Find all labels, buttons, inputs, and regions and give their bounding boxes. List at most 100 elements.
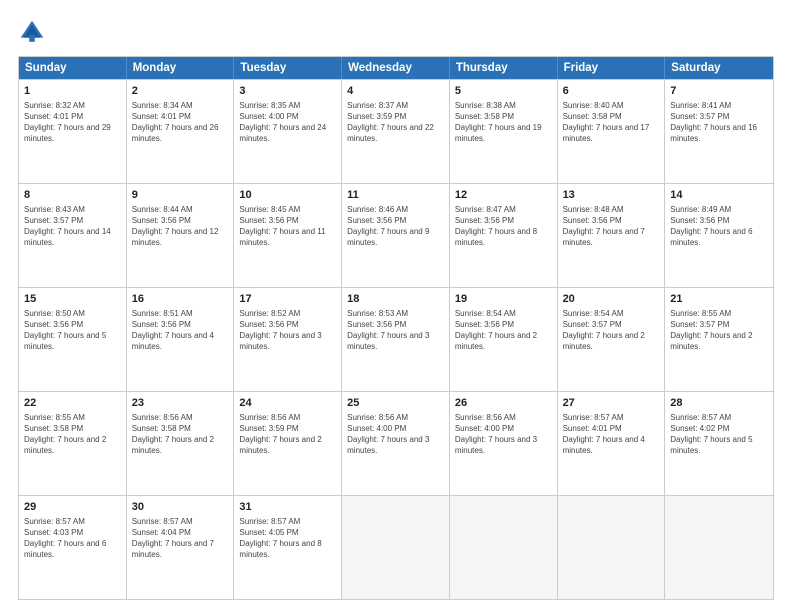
calendar-row: 1 Sunrise: 8:32 AMSunset: 4:01 PMDayligh… [19, 79, 773, 183]
day-number: 10 [239, 188, 336, 203]
day-number: 29 [24, 500, 121, 515]
calendar-cell: 5 Sunrise: 8:38 AMSunset: 3:58 PMDayligh… [450, 80, 558, 183]
calendar-cell: 7 Sunrise: 8:41 AMSunset: 3:57 PMDayligh… [665, 80, 773, 183]
day-info: Sunrise: 8:55 AMSunset: 3:58 PMDaylight:… [24, 412, 121, 457]
calendar-header-thursday: Thursday [450, 57, 558, 79]
day-info: Sunrise: 8:46 AMSunset: 3:56 PMDaylight:… [347, 204, 444, 249]
calendar-cell: 23 Sunrise: 8:56 AMSunset: 3:58 PMDaylig… [127, 392, 235, 495]
day-number: 26 [455, 396, 552, 411]
calendar-cell: 2 Sunrise: 8:34 AMSunset: 4:01 PMDayligh… [127, 80, 235, 183]
day-number: 15 [24, 292, 121, 307]
calendar-header-friday: Friday [558, 57, 666, 79]
calendar-row: 15 Sunrise: 8:50 AMSunset: 3:56 PMDaylig… [19, 287, 773, 391]
calendar-cell [342, 496, 450, 599]
day-number: 17 [239, 292, 336, 307]
day-number: 24 [239, 396, 336, 411]
day-info: Sunrise: 8:49 AMSunset: 3:56 PMDaylight:… [670, 204, 768, 249]
calendar-cell: 20 Sunrise: 8:54 AMSunset: 3:57 PMDaylig… [558, 288, 666, 391]
day-number: 3 [239, 84, 336, 99]
calendar-cell: 10 Sunrise: 8:45 AMSunset: 3:56 PMDaylig… [234, 184, 342, 287]
calendar-cell: 1 Sunrise: 8:32 AMSunset: 4:01 PMDayligh… [19, 80, 127, 183]
day-number: 5 [455, 84, 552, 99]
calendar-cell: 24 Sunrise: 8:56 AMSunset: 3:59 PMDaylig… [234, 392, 342, 495]
calendar-body: 1 Sunrise: 8:32 AMSunset: 4:01 PMDayligh… [19, 79, 773, 599]
calendar-cell: 16 Sunrise: 8:51 AMSunset: 3:56 PMDaylig… [127, 288, 235, 391]
calendar-cell: 29 Sunrise: 8:57 AMSunset: 4:03 PMDaylig… [19, 496, 127, 599]
calendar-cell: 15 Sunrise: 8:50 AMSunset: 3:56 PMDaylig… [19, 288, 127, 391]
day-info: Sunrise: 8:57 AMSunset: 4:03 PMDaylight:… [24, 516, 121, 561]
day-info: Sunrise: 8:57 AMSunset: 4:02 PMDaylight:… [670, 412, 768, 457]
calendar-header-wednesday: Wednesday [342, 57, 450, 79]
calendar-cell: 21 Sunrise: 8:55 AMSunset: 3:57 PMDaylig… [665, 288, 773, 391]
day-number: 2 [132, 84, 229, 99]
day-info: Sunrise: 8:38 AMSunset: 3:58 PMDaylight:… [455, 100, 552, 145]
day-number: 30 [132, 500, 229, 515]
calendar-cell: 14 Sunrise: 8:49 AMSunset: 3:56 PMDaylig… [665, 184, 773, 287]
day-number: 16 [132, 292, 229, 307]
calendar-cell: 31 Sunrise: 8:57 AMSunset: 4:05 PMDaylig… [234, 496, 342, 599]
day-info: Sunrise: 8:35 AMSunset: 4:00 PMDaylight:… [239, 100, 336, 145]
calendar-header-monday: Monday [127, 57, 235, 79]
day-info: Sunrise: 8:54 AMSunset: 3:57 PMDaylight:… [563, 308, 660, 353]
calendar-cell: 27 Sunrise: 8:57 AMSunset: 4:01 PMDaylig… [558, 392, 666, 495]
logo [18, 18, 50, 46]
day-info: Sunrise: 8:57 AMSunset: 4:04 PMDaylight:… [132, 516, 229, 561]
calendar-cell: 11 Sunrise: 8:46 AMSunset: 3:56 PMDaylig… [342, 184, 450, 287]
calendar: SundayMondayTuesdayWednesdayThursdayFrid… [18, 56, 774, 600]
calendar-cell: 8 Sunrise: 8:43 AMSunset: 3:57 PMDayligh… [19, 184, 127, 287]
calendar-row: 29 Sunrise: 8:57 AMSunset: 4:03 PMDaylig… [19, 495, 773, 599]
day-number: 7 [670, 84, 768, 99]
day-number: 12 [455, 188, 552, 203]
calendar-header-tuesday: Tuesday [234, 57, 342, 79]
day-info: Sunrise: 8:40 AMSunset: 3:58 PMDaylight:… [563, 100, 660, 145]
day-number: 4 [347, 84, 444, 99]
calendar-cell: 17 Sunrise: 8:52 AMSunset: 3:56 PMDaylig… [234, 288, 342, 391]
day-number: 31 [239, 500, 336, 515]
day-number: 22 [24, 396, 121, 411]
calendar-header-sunday: Sunday [19, 57, 127, 79]
day-info: Sunrise: 8:52 AMSunset: 3:56 PMDaylight:… [239, 308, 336, 353]
calendar-row: 8 Sunrise: 8:43 AMSunset: 3:57 PMDayligh… [19, 183, 773, 287]
calendar-cell: 22 Sunrise: 8:55 AMSunset: 3:58 PMDaylig… [19, 392, 127, 495]
calendar-cell: 25 Sunrise: 8:56 AMSunset: 4:00 PMDaylig… [342, 392, 450, 495]
calendar-header-saturday: Saturday [665, 57, 773, 79]
day-number: 23 [132, 396, 229, 411]
calendar-cell: 18 Sunrise: 8:53 AMSunset: 3:56 PMDaylig… [342, 288, 450, 391]
calendar-cell: 13 Sunrise: 8:48 AMSunset: 3:56 PMDaylig… [558, 184, 666, 287]
logo-icon [18, 18, 46, 46]
calendar-cell: 9 Sunrise: 8:44 AMSunset: 3:56 PMDayligh… [127, 184, 235, 287]
day-number: 1 [24, 84, 121, 99]
calendar-cell: 26 Sunrise: 8:56 AMSunset: 4:00 PMDaylig… [450, 392, 558, 495]
day-number: 19 [455, 292, 552, 307]
day-number: 20 [563, 292, 660, 307]
day-info: Sunrise: 8:47 AMSunset: 3:56 PMDaylight:… [455, 204, 552, 249]
day-info: Sunrise: 8:54 AMSunset: 3:56 PMDaylight:… [455, 308, 552, 353]
page: SundayMondayTuesdayWednesdayThursdayFrid… [0, 0, 792, 612]
day-number: 14 [670, 188, 768, 203]
day-number: 9 [132, 188, 229, 203]
calendar-cell: 6 Sunrise: 8:40 AMSunset: 3:58 PMDayligh… [558, 80, 666, 183]
day-number: 25 [347, 396, 444, 411]
day-info: Sunrise: 8:57 AMSunset: 4:01 PMDaylight:… [563, 412, 660, 457]
day-info: Sunrise: 8:56 AMSunset: 4:00 PMDaylight:… [347, 412, 444, 457]
day-number: 18 [347, 292, 444, 307]
day-info: Sunrise: 8:56 AMSunset: 3:59 PMDaylight:… [239, 412, 336, 457]
calendar-header: SundayMondayTuesdayWednesdayThursdayFrid… [19, 57, 773, 79]
day-info: Sunrise: 8:45 AMSunset: 3:56 PMDaylight:… [239, 204, 336, 249]
calendar-cell [665, 496, 773, 599]
calendar-cell: 19 Sunrise: 8:54 AMSunset: 3:56 PMDaylig… [450, 288, 558, 391]
calendar-cell: 12 Sunrise: 8:47 AMSunset: 3:56 PMDaylig… [450, 184, 558, 287]
day-info: Sunrise: 8:43 AMSunset: 3:57 PMDaylight:… [24, 204, 121, 249]
day-info: Sunrise: 8:48 AMSunset: 3:56 PMDaylight:… [563, 204, 660, 249]
day-info: Sunrise: 8:37 AMSunset: 3:59 PMDaylight:… [347, 100, 444, 145]
calendar-cell: 28 Sunrise: 8:57 AMSunset: 4:02 PMDaylig… [665, 392, 773, 495]
day-number: 28 [670, 396, 768, 411]
day-info: Sunrise: 8:53 AMSunset: 3:56 PMDaylight:… [347, 308, 444, 353]
calendar-cell [450, 496, 558, 599]
day-info: Sunrise: 8:56 AMSunset: 4:00 PMDaylight:… [455, 412, 552, 457]
day-info: Sunrise: 8:55 AMSunset: 3:57 PMDaylight:… [670, 308, 768, 353]
calendar-cell: 3 Sunrise: 8:35 AMSunset: 4:00 PMDayligh… [234, 80, 342, 183]
day-number: 8 [24, 188, 121, 203]
day-info: Sunrise: 8:32 AMSunset: 4:01 PMDaylight:… [24, 100, 121, 145]
day-info: Sunrise: 8:41 AMSunset: 3:57 PMDaylight:… [670, 100, 768, 145]
